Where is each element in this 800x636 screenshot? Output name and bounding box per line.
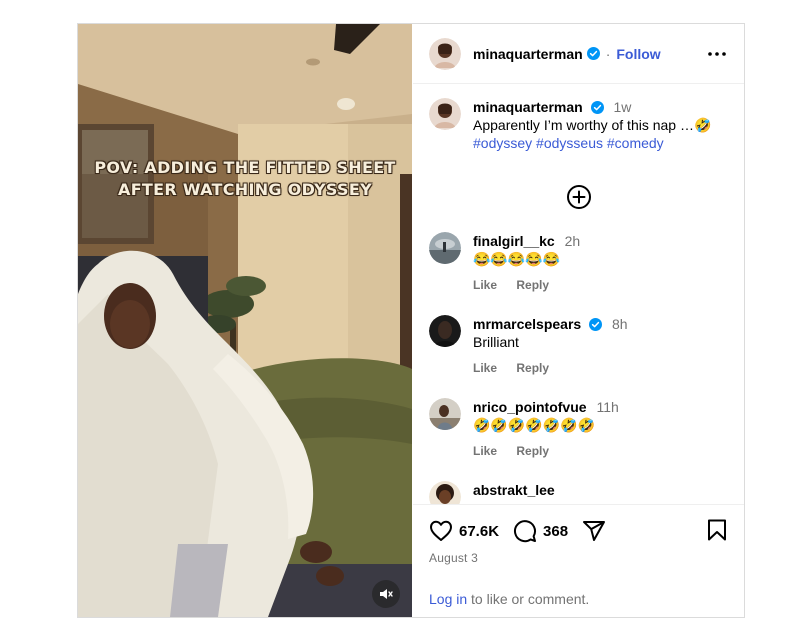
heart-icon[interactable] (429, 520, 453, 542)
mute-toggle-button[interactable] (372, 580, 400, 608)
commenter-avatar[interactable] (429, 232, 461, 264)
login-prompt: Log in to like or comment. (429, 591, 589, 607)
avatar-image (429, 481, 461, 504)
follow-button[interactable]: Follow (616, 46, 660, 62)
video-overlay-text: POV: ADDING THE FITTED SHEET AFTER WATCH… (78, 157, 412, 201)
post-actions-footer: 67.6K 368 August 3 Log in to like or com… (413, 504, 744, 617)
commenter-username[interactable]: nrico_pointofvue (473, 399, 587, 415)
video-frame (78, 24, 412, 617)
avatar-image (429, 37, 461, 70)
comment-item: abstrakt_lee (429, 481, 729, 504)
avatar-image (429, 398, 461, 430)
header-separator: · (605, 45, 611, 62)
comment-text: 🤣🤣🤣🤣🤣🤣🤣 (473, 417, 596, 433)
commenter-username[interactable]: abstrakt_lee (473, 482, 555, 498)
post-date[interactable]: August 3 (429, 551, 478, 565)
more-options-icon[interactable] (705, 44, 729, 64)
likes-count[interactable]: 67.6K (459, 523, 499, 540)
like-comment-button[interactable]: Like (473, 278, 497, 292)
comment-time[interactable]: 11h (596, 399, 618, 415)
comment-text: Brilliant (473, 334, 519, 350)
hashtag-link[interactable]: #odyssey (473, 135, 532, 151)
reply-button[interactable]: Reply (516, 444, 549, 458)
overlay-line-1: POV: ADDING THE FITTED SHEET (94, 158, 396, 177)
caption-username[interactable]: minaquarterman (473, 99, 583, 115)
author-username[interactable]: minaquarterman (473, 46, 583, 62)
plus-circle-icon[interactable] (566, 184, 592, 210)
reply-button[interactable]: Reply (516, 361, 549, 375)
verified-badge-icon (586, 47, 600, 60)
comment-time[interactable]: 2h (565, 233, 581, 249)
comments-count[interactable]: 368 (543, 523, 568, 540)
comment-icon[interactable] (513, 519, 537, 543)
verified-badge-icon (589, 318, 603, 331)
post-header: minaquarterman · Follow (413, 24, 744, 84)
like-comment-button[interactable]: Like (473, 361, 497, 375)
bookmark-icon[interactable] (707, 519, 727, 541)
hashtag-link[interactable]: #comedy (607, 135, 664, 151)
avatar-image (429, 98, 461, 130)
muted-speaker-icon (380, 589, 393, 599)
commenter-avatar[interactable] (429, 315, 461, 347)
avatar-image (429, 232, 461, 264)
comment-item: finalgirl__kc 2h 😂😂😂😂😂 Like Reply (429, 232, 729, 294)
caption-text: Apparently I’m worthy of this nap …🤣 (473, 117, 712, 133)
like-comment-button[interactable]: Like (473, 444, 497, 458)
post-side-panel: minaquarterman · Follow minaquarterman 1… (413, 24, 744, 617)
comment-time[interactable]: 8h (612, 316, 628, 332)
caption-time[interactable]: 1w (613, 99, 631, 115)
comment-item: mrmarcelspears 8h Brilliant Like Reply (429, 315, 729, 377)
commenter-username[interactable]: finalgirl__kc (473, 233, 555, 249)
comments-section[interactable]: minaquarterman 1w Apparently I’m worthy … (413, 84, 744, 504)
caption-author-avatar[interactable] (429, 98, 461, 130)
post-caption: minaquarterman 1w Apparently I’m worthy … (429, 98, 729, 152)
avatar-image (429, 315, 461, 347)
share-icon[interactable] (582, 519, 606, 543)
commenter-avatar[interactable] (429, 398, 461, 430)
instagram-post: POV: ADDING THE FITTED SHEET AFTER WATCH… (77, 23, 745, 618)
comment-text: 😂😂😂😂😂 (473, 251, 561, 267)
login-link[interactable]: Log in (429, 591, 467, 607)
verified-badge-icon (590, 101, 604, 114)
comment-item: nrico_pointofvue 11h 🤣🤣🤣🤣🤣🤣🤣 Like Reply (429, 398, 729, 460)
hashtag-link[interactable]: #odysseus (536, 135, 603, 151)
commenter-username[interactable]: mrmarcelspears (473, 316, 581, 332)
commenter-avatar[interactable] (429, 481, 461, 504)
overlay-line-2: AFTER WATCHING ODYSSEY (118, 180, 372, 199)
reply-button[interactable]: Reply (516, 278, 549, 292)
author-avatar[interactable] (429, 37, 461, 70)
login-prompt-text: to like or comment. (467, 591, 590, 607)
post-video[interactable]: POV: ADDING THE FITTED SHEET AFTER WATCH… (78, 24, 412, 617)
